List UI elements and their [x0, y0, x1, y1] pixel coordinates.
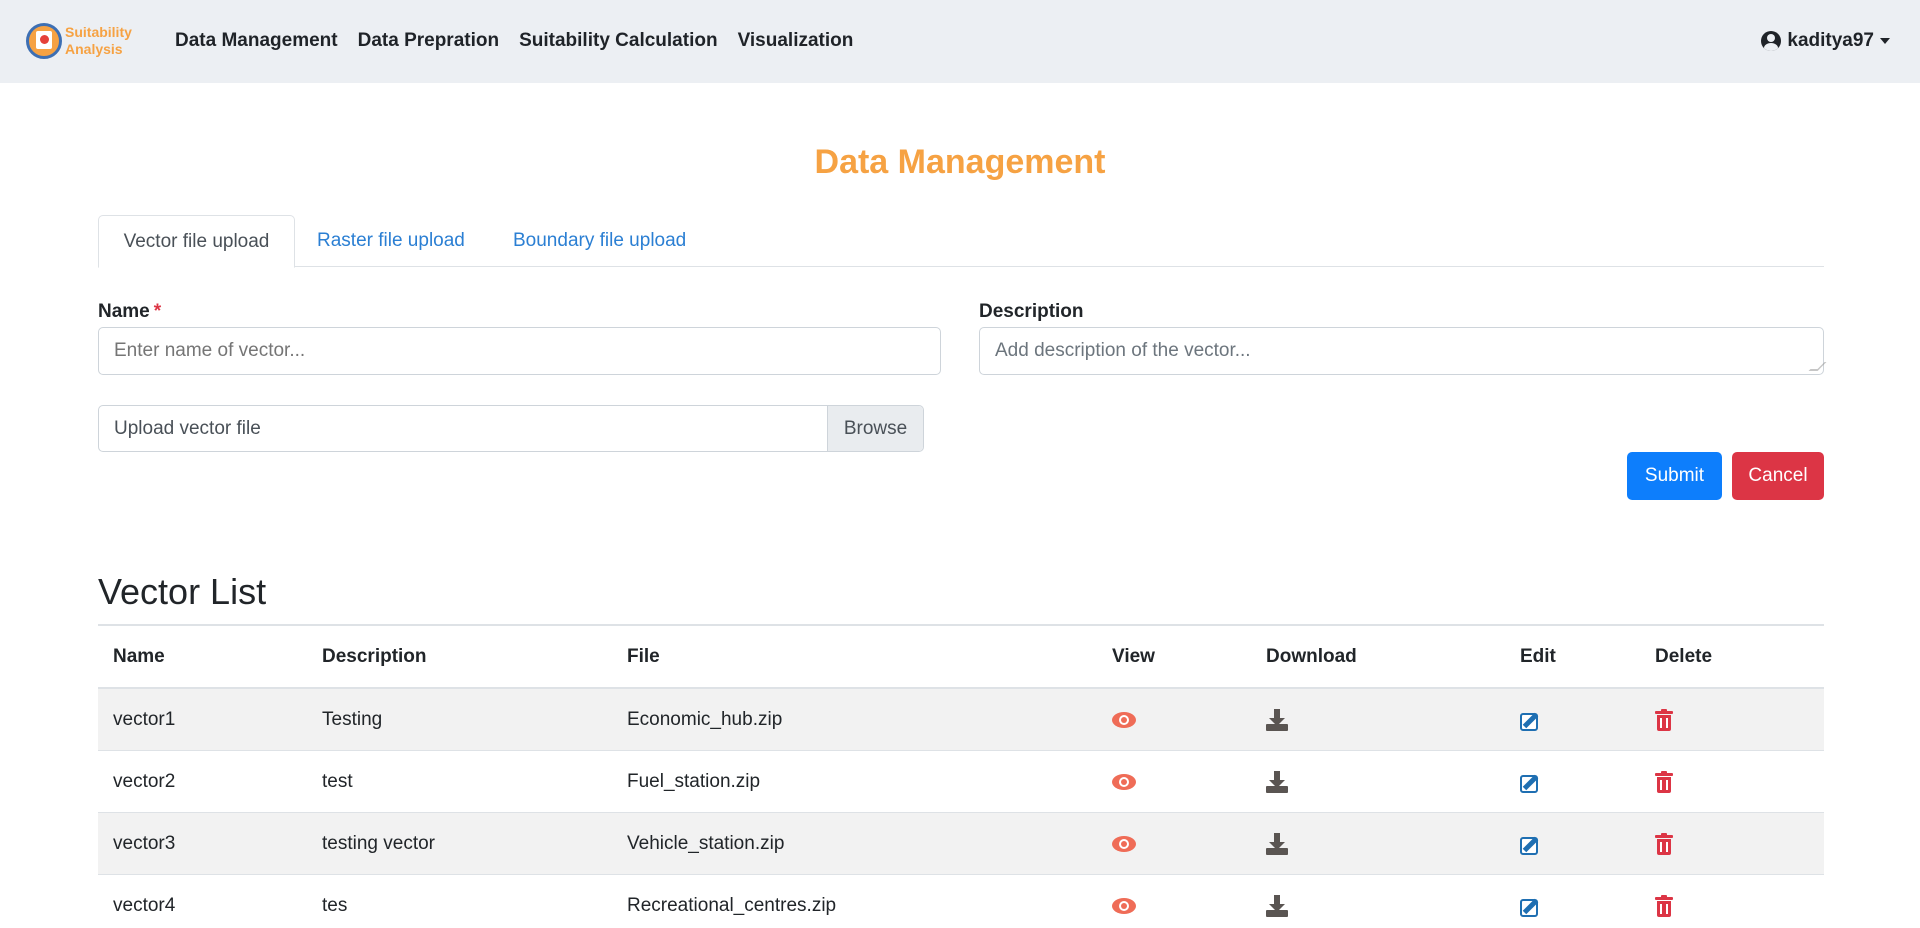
navbar: Suitability Analysis Data Management Dat…	[0, 0, 1920, 83]
app-logo[interactable]: Suitability Analysis	[26, 20, 138, 62]
vector-table: Name Description File View Download Edit…	[98, 624, 1824, 928]
column-header-description: Description	[322, 646, 427, 667]
cell-name: vector4	[113, 895, 176, 916]
user-circle-icon	[1761, 31, 1782, 51]
column-header-delete: Delete	[1655, 646, 1713, 667]
column-header-name: Name	[113, 646, 165, 667]
table-row: vector2 test Fuel_station.zip	[98, 751, 1824, 813]
nav-data-management[interactable]: Data Management	[175, 30, 338, 52]
table-row: vector3 testing vector Vehicle_station.z…	[98, 813, 1824, 875]
cell-name: vector3	[113, 833, 176, 854]
username: kaditya97	[1787, 30, 1874, 51]
file-input-label: Upload vector file	[114, 418, 261, 439]
page-title: Data Management	[814, 143, 1106, 181]
column-header-view: View	[1112, 646, 1155, 667]
logo-line-1: Suitability	[65, 24, 132, 40]
cell-file: Fuel_station.zip	[627, 771, 761, 792]
eye-icon[interactable]	[1112, 774, 1136, 790]
table-header: Name Description File View Download Edit…	[98, 626, 1824, 689]
column-header-edit: Edit	[1520, 646, 1556, 667]
description-placeholder: Add description of the vector...	[995, 340, 1251, 361]
download-icon[interactable]	[1266, 771, 1288, 793]
edit-icon[interactable]	[1520, 709, 1543, 731]
eye-icon[interactable]	[1112, 898, 1136, 914]
logo-line-2: Analysis	[65, 41, 123, 57]
column-header-file: File	[627, 646, 660, 667]
vector-list-title: Vector List	[98, 571, 267, 612]
cancel-button[interactable]: Cancel	[1732, 452, 1824, 500]
submit-button[interactable]: Submit	[1627, 452, 1722, 500]
cell-name: vector2	[113, 771, 176, 792]
upload-tabs: Vector file upload Raster file upload Bo…	[98, 215, 1824, 268]
name-input[interactable]	[98, 327, 941, 375]
browse-button[interactable]: Browse	[827, 406, 923, 451]
tab-boundary-upload[interactable]: Boundary file upload	[513, 215, 686, 267]
vector-file-input[interactable]: Upload vector file Browse	[98, 405, 924, 452]
description-textarea[interactable]: Add description of the vector...	[979, 327, 1827, 375]
cell-file: Vehicle_station.zip	[627, 833, 785, 854]
tab-raster-upload[interactable]: Raster file upload	[317, 215, 465, 267]
nav-menu: Data Management Data Prepration Suitabil…	[175, 30, 873, 52]
logo-text: Suitability Analysis	[65, 24, 132, 58]
eye-icon[interactable]	[1112, 712, 1136, 728]
eye-icon[interactable]	[1112, 836, 1136, 852]
edit-icon[interactable]	[1520, 833, 1543, 855]
cell-name: vector1	[113, 709, 176, 730]
trash-icon[interactable]	[1655, 833, 1673, 855]
column-header-download: Download	[1266, 646, 1357, 667]
logo-icon	[26, 23, 62, 59]
edit-icon[interactable]	[1520, 771, 1543, 793]
edit-icon[interactable]	[1520, 895, 1543, 917]
user-menu-dropdown[interactable]: kaditya97	[1761, 30, 1890, 52]
cell-file: Recreational_centres.zip	[627, 895, 837, 916]
table-row: vector1 Testing Economic_hub.zip	[98, 689, 1824, 751]
name-label-text: Name	[98, 301, 150, 322]
nav-data-preparation[interactable]: Data Prepration	[358, 30, 499, 52]
cell-description: test	[322, 771, 353, 792]
required-asterisk: *	[153, 301, 162, 322]
nav-suitability-calculation[interactable]: Suitability Calculation	[519, 30, 717, 52]
download-icon[interactable]	[1266, 709, 1288, 731]
trash-icon[interactable]	[1655, 771, 1673, 793]
trash-icon[interactable]	[1655, 709, 1673, 731]
description-label: Description	[979, 301, 1084, 322]
cell-description: testing vector	[322, 833, 435, 854]
trash-icon[interactable]	[1655, 895, 1673, 917]
nav-visualization[interactable]: Visualization	[738, 30, 854, 52]
download-icon[interactable]	[1266, 895, 1288, 917]
name-label: Name *	[98, 301, 161, 323]
resize-handle-icon[interactable]	[1808, 362, 1827, 371]
chevron-down-icon	[1880, 38, 1890, 44]
cell-file: Economic_hub.zip	[627, 709, 783, 730]
tab-vector-upload[interactable]: Vector file upload	[98, 215, 295, 268]
cell-description: Testing	[322, 709, 383, 730]
table-row: vector4 tes Recreational_centres.zip	[98, 875, 1824, 928]
cell-description: tes	[322, 895, 348, 916]
download-icon[interactable]	[1266, 833, 1288, 855]
